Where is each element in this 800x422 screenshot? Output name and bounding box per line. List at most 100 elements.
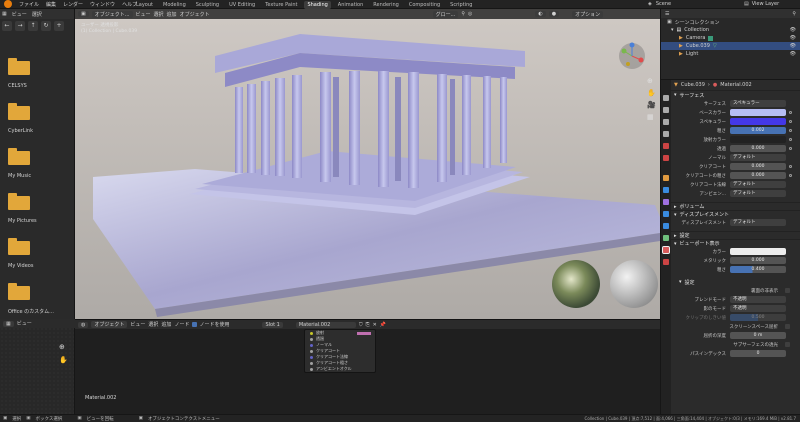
outliner-row-collection[interactable]: ▾ ▤ Collection 👁 [661,26,800,34]
specular-color-swatch[interactable] [730,118,786,125]
camera-view-icon[interactable]: 🎥 [647,99,656,111]
options-dropdown[interactable]: オプション [572,10,604,18]
pan-hand-icon[interactable]: ✋ [647,87,656,99]
editor-type-icon[interactable]: ☰ [665,11,669,17]
folder-icon[interactable] [8,283,30,300]
node-menu-select[interactable]: 選択 [148,321,158,328]
outliner-scene-collection[interactable]: ▣ シーンコレクション [661,18,800,26]
viewport-shading-icon[interactable]: ● [548,11,560,17]
viewport-menu-view[interactable]: ビュー [136,11,151,18]
surface-shader-selector[interactable]: スペキュラー [730,100,786,107]
tab-shading[interactable]: Shading [304,1,331,9]
image-editor-menu-view[interactable]: ビュー [17,320,32,327]
folder-label-my-music[interactable]: My Music [8,173,31,179]
outliner-row-camera[interactable]: ▶ Camera 👁 [661,34,800,42]
node-socket-row[interactable]: アンビエントオクル [305,366,375,372]
outliner-row-light[interactable]: ▶ Light 👁 [661,50,800,58]
eye-icon[interactable]: 👁 [790,35,796,41]
zoom-icon[interactable]: ⊕ [59,341,68,354]
blend-mode-dropdown[interactable]: 不透明 [730,296,786,303]
material-selector[interactable]: Material.002 [295,321,356,328]
keyframe-icon[interactable] [789,111,792,114]
viewport-scene[interactable] [75,9,660,319]
physics-tab-icon[interactable] [663,211,669,217]
material-tab-icon[interactable] [662,246,670,254]
menu-file[interactable]: ファイル [19,1,39,8]
texture-tab-icon[interactable] [663,259,669,265]
clearcoat-roughness-slider[interactable]: 0.000 [730,172,786,179]
screen-space-refraction-checkbox[interactable] [785,324,790,329]
scene-tab-icon[interactable] [663,143,669,149]
menu-window[interactable]: ウィンドウ [90,1,115,8]
camera-data-icon[interactable] [708,35,714,41]
folder-icon[interactable] [8,58,30,75]
modifier-tab-icon[interactable] [663,187,669,193]
outliner-row-cube[interactable]: ▶ Cube.039 ▽ 👁 [661,42,800,50]
clearcoat-slider[interactable]: 0.000 [730,163,786,170]
subsection-settings[interactable]: ▾ 設定 [671,278,800,286]
emission-color-swatch[interactable] [730,136,786,143]
material-close-icon[interactable]: ✕ [373,322,377,328]
filter-icon[interactable]: ⚲ [792,11,796,17]
tab-texture-paint[interactable]: Texture Paint [262,1,300,9]
tab-modeling[interactable]: Modeling [160,1,189,9]
folder-icon[interactable] [8,193,30,210]
normal-input[interactable]: デフォルト [730,154,786,161]
node-object-selector[interactable]: オブジェクト [91,321,128,328]
new-folder-icon[interactable]: + [54,20,64,31]
render-tab-icon[interactable] [663,107,669,113]
section-surface[interactable]: ▾ サーフェス [671,91,800,99]
viewport-menu-add[interactable]: 追加 [167,11,177,18]
folder-label-cyberlink[interactable]: CyberLink [8,128,33,134]
3d-viewport[interactable]: ▣ オブジェクト... ビュー 選択 追加 オブジェクト グロー... ⚲ ◎ … [75,9,660,319]
viewport-menu-object[interactable]: オブジェクト [180,11,210,18]
keyframe-icon[interactable] [789,174,792,177]
proportional-edit-icon[interactable]: ◎ [468,11,472,17]
viewport-menu-select[interactable]: 選択 [154,11,164,18]
subsurface-translucency-checkbox[interactable] [785,342,790,347]
backface-culling-checkbox[interactable] [785,288,790,293]
viewport-metallic-slider[interactable]: 0.000 [730,257,786,264]
refraction-depth-input[interactable]: 0 m [730,332,786,339]
tab-compositing[interactable]: Compositing [406,1,443,9]
folder-label-my-pictures[interactable]: My Pictures [8,218,37,224]
mode-selector[interactable]: オブジェクト... [91,10,133,18]
section-volume[interactable]: ▸ ボリューム [671,202,800,210]
navigation-gizmo[interactable] [618,42,646,70]
folder-label-office[interactable]: Office のカスタム... [8,308,54,315]
keyframe-icon[interactable] [789,147,792,150]
object-tab-icon[interactable] [663,175,669,181]
viewport-overlay-icon[interactable]: ◐ [535,11,546,17]
editor-type-icon[interactable]: ◍ [78,321,89,328]
folder-icon[interactable] [8,238,30,255]
clearcoat-normal-input[interactable]: デフォルト [730,181,786,188]
view-layer-tab-icon[interactable] [663,131,669,137]
section-viewport-display[interactable]: ▾ ビューポート表示 [671,239,800,247]
pin-icon[interactable]: 📌 [380,322,386,328]
chevron-down-icon[interactable]: ▾ [671,27,674,33]
viewport-color-swatch[interactable] [730,248,786,255]
zoom-icon[interactable]: ⊕ [647,75,656,87]
menu-edit[interactable]: 編集 [46,1,56,8]
shadow-mode-dropdown[interactable]: 不透明 [730,305,786,312]
snap-icon[interactable]: ⚲ [461,11,465,17]
keyframe-icon[interactable] [789,138,792,141]
keyframe-icon[interactable] [789,165,792,168]
folder-label-celsys[interactable]: CELSYS [8,83,27,89]
displacement-input[interactable]: デフォルト [730,219,786,226]
node-menu-view[interactable]: ビュー [130,321,145,328]
modifier-icon[interactable]: ▽ [713,43,717,49]
folder-label-my-videos[interactable]: My Videos [8,263,33,269]
fb-menu-select[interactable]: 選択 [32,11,42,18]
menu-render[interactable]: レンダー [63,1,83,8]
material-copy-icon[interactable]: ⎘ [366,322,370,328]
use-nodes-toggle[interactable]: ノードを使用 [192,321,229,328]
editor-type-icon[interactable]: ▣ [78,11,89,17]
pass-index-input[interactable]: 0 [730,350,786,357]
slot-selector[interactable]: Slot 1 [262,321,283,328]
folder-icon[interactable] [8,148,30,165]
refresh-icon[interactable]: ↻ [41,20,51,31]
editor-type-icon[interactable]: ▦ [3,320,14,327]
keyframe-icon[interactable] [789,129,792,132]
folder-icon[interactable] [8,103,30,120]
